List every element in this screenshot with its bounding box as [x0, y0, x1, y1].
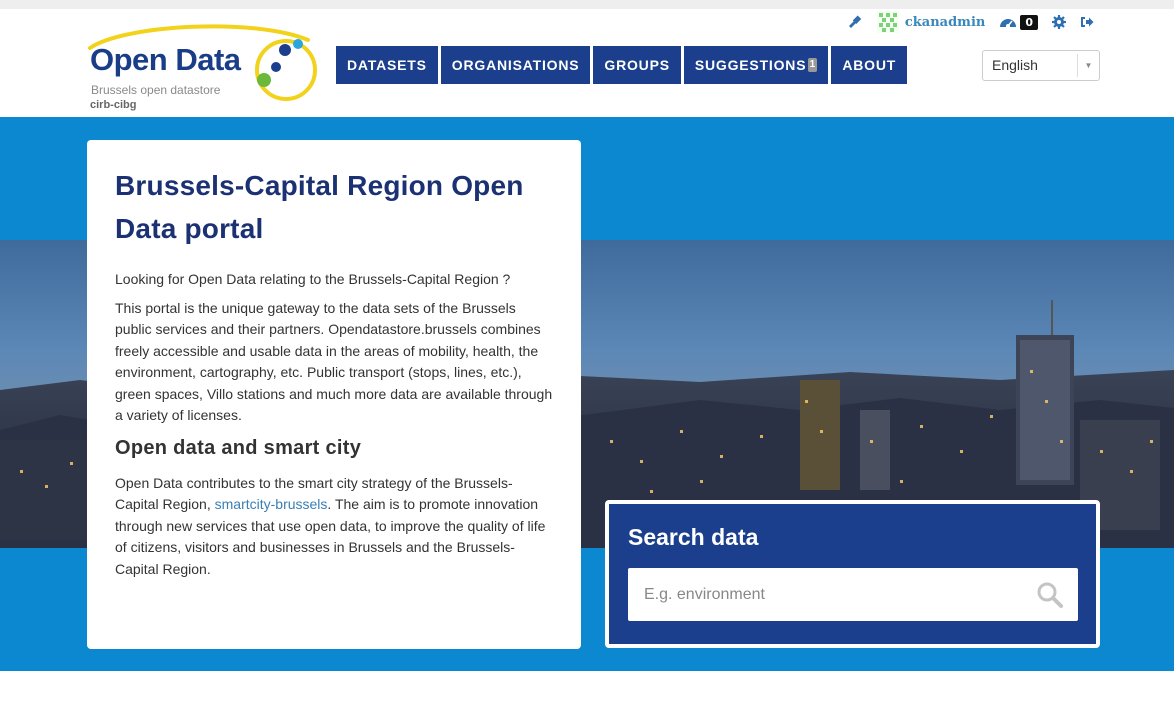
search-field	[628, 568, 1078, 621]
dashboard-link[interactable]: 0	[999, 14, 1038, 30]
nav-suggestions[interactable]: SUGGESTIONS 1	[683, 46, 829, 84]
intro-paragraph-2: This portal is the unique gateway to the…	[115, 299, 553, 424]
chevron-down-icon: ▼	[1077, 54, 1099, 77]
nav-datasets[interactable]: DATASETS	[336, 46, 438, 84]
nav-groups[interactable]: GROUPS	[593, 46, 681, 84]
top-strip	[0, 0, 1174, 9]
search-title: Search data	[628, 524, 759, 550]
avatar	[876, 11, 899, 33]
site-logo[interactable]: Open Data Brussels open datastore cirb-c…	[86, 22, 326, 116]
language-selected: English	[992, 57, 1038, 73]
nav-suggestions-label: SUGGESTIONS	[694, 57, 807, 73]
logo-title: Open Data	[90, 42, 241, 77]
logout-icon[interactable]	[1080, 16, 1094, 28]
sysadmin-hammer-icon[interactable]	[847, 14, 863, 30]
suggestions-count-badge: 1	[808, 58, 818, 72]
username: ckanadmin	[904, 14, 986, 30]
intro-panel: Brussels-Capital Region Open Data portal…	[87, 140, 581, 649]
settings-gear-icon[interactable]	[1052, 15, 1066, 29]
language-select[interactable]: English ▼	[982, 50, 1100, 81]
smartcity-brussels-link[interactable]: smartcity-brussels	[215, 496, 328, 512]
intro-paragraph-1: Looking for Open Data relating to the Br…	[115, 271, 511, 287]
smart-city-heading: Open data and smart city	[115, 436, 362, 459]
nav-organisations[interactable]: ORGANISATIONS	[440, 46, 591, 84]
search-icon[interactable]	[1036, 581, 1064, 614]
main-nav: DATASETS ORGANISATIONS GROUPS SUGGESTION…	[336, 46, 910, 84]
search-input[interactable]	[628, 568, 1078, 621]
logo-subtitle: Brussels open datastore	[91, 83, 221, 97]
search-panel: Search data	[605, 500, 1100, 648]
page-title: Brussels-Capital Region Open Data portal	[115, 170, 524, 244]
account-bar: ckanadmin 0	[833, 11, 1094, 33]
user-link[interactable]: ckanadmin	[876, 11, 986, 33]
dashboard-count-badge: 0	[1020, 14, 1038, 30]
nav-about[interactable]: ABOUT	[831, 46, 908, 84]
dashboard-icon	[1000, 19, 1017, 28]
intro-paragraph-3: Open Data contributes to the smart city …	[115, 473, 553, 581]
logo-org: cirb-cibg	[90, 99, 137, 111]
